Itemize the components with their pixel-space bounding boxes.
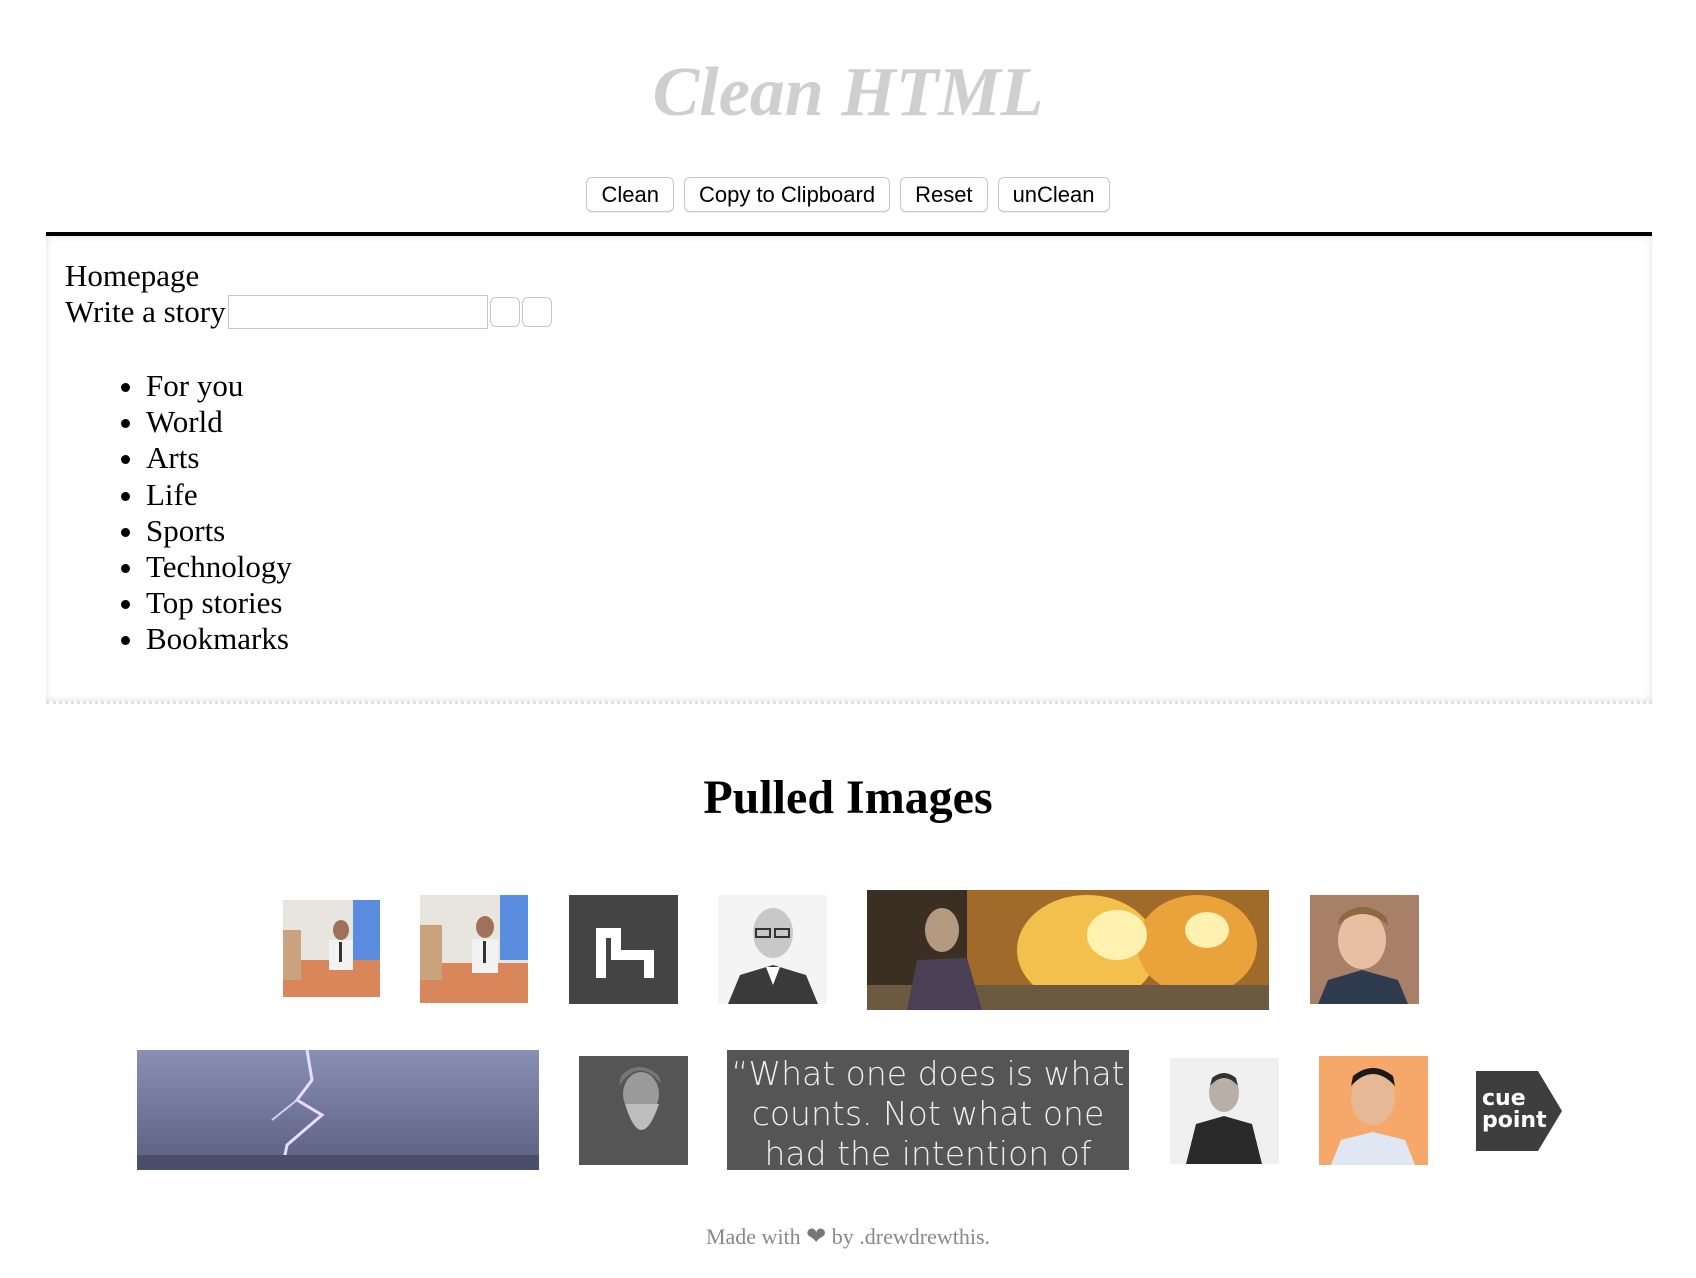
nav-item: Technology — [146, 549, 292, 585]
footer: Made with ❤ by .drewdrewthis. — [0, 1222, 1696, 1251]
toolbar: Clean Copy to Clipboard Reset unClean — [0, 177, 1696, 212]
copy-to-clipboard-button[interactable]: Copy to Clipboard — [683, 177, 891, 212]
heart-icon: ❤ — [806, 1224, 827, 1250]
clean-button[interactable]: Clean — [586, 177, 674, 212]
page-title: Clean HTML — [652, 54, 1044, 131]
write-story-label: Write a story — [65, 294, 226, 329]
pulled-image-logo-square — [569, 895, 678, 1004]
small-button-1[interactable] — [489, 297, 520, 327]
quote-line-1: “What one does is what — [731, 1054, 1125, 1093]
small-button-2[interactable] — [521, 297, 552, 327]
nav-item: Arts — [146, 440, 292, 476]
pulled-image-office-man-small — [283, 900, 380, 997]
nav-item: Top stories — [146, 585, 292, 621]
pulled-image-smiling-man — [1319, 1056, 1428, 1165]
nav-item: Sports — [146, 513, 292, 549]
nav-list: For you World Arts Life Sports Technolog… — [96, 368, 292, 658]
footer-author-link[interactable]: by .drewdrewthis. — [832, 1224, 990, 1249]
story-input[interactable] — [227, 295, 488, 329]
pulled-image-cuepoint-logo: cue point — [1476, 1071, 1564, 1151]
nav-item: Life — [146, 477, 292, 513]
write-story-row: Write a story — [65, 294, 552, 330]
pulled-image-young-man — [1310, 895, 1419, 1004]
nav-item: For you — [146, 368, 292, 404]
pulled-image-joker-fire — [867, 890, 1269, 1010]
quote-line-2: counts. Not what one — [751, 1094, 1105, 1133]
quote-line-3: had the intention of — [764, 1134, 1092, 1170]
pulled-image-bearded-man — [579, 1056, 688, 1165]
html-editor[interactable]: Homepage Write a story For you World Art… — [46, 232, 1652, 704]
homepage-text: Homepage — [65, 258, 200, 293]
footer-made-with: Made with — [705, 1224, 801, 1249]
pulled-image-man-tshirt — [1170, 1058, 1279, 1164]
pulled-image-bald-man — [718, 895, 827, 1004]
nav-item: World — [146, 404, 292, 440]
pulled-images-heading: Pulled Images — [703, 771, 993, 824]
pulled-image-office-man — [420, 895, 528, 1003]
pulled-image-quote: “What one does is what counts. Not what … — [727, 1050, 1129, 1170]
reset-button[interactable]: Reset — [900, 177, 988, 212]
nav-item: Bookmarks — [146, 621, 292, 657]
unclean-button[interactable]: unClean — [997, 177, 1110, 212]
logo-text-point: point — [1482, 1108, 1547, 1133]
pulled-image-lightning — [137, 1050, 539, 1170]
